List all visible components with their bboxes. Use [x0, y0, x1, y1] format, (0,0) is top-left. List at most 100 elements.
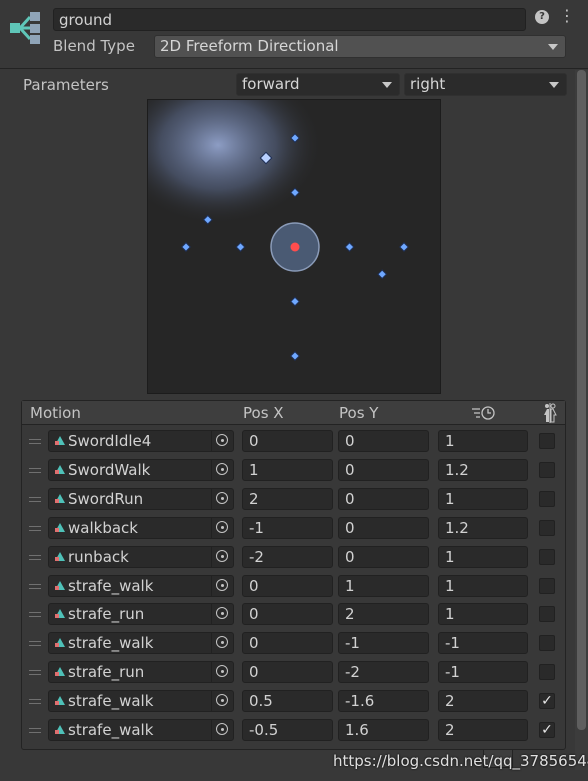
- object-picker-icon[interactable]: [211, 575, 233, 596]
- mirror-checkbox[interactable]: [539, 433, 555, 449]
- pos-x-field[interactable]: 0.5: [242, 690, 333, 713]
- blend-type-label: Blend Type: [53, 37, 135, 55]
- motion-point[interactable]: [290, 351, 300, 361]
- pos-x-field[interactable]: -1: [242, 516, 333, 539]
- drag-handle-icon[interactable]: [29, 728, 41, 733]
- pos-x-field[interactable]: 0: [242, 574, 333, 597]
- motion-clip-field[interactable]: SwordRun: [48, 487, 234, 510]
- blend-space-canvas[interactable]: [148, 100, 441, 394]
- pos-y-field[interactable]: -2: [338, 661, 429, 684]
- mirror-checkbox[interactable]: [539, 606, 555, 623]
- speed-field[interactable]: -1: [438, 661, 528, 684]
- pos-y-field[interactable]: 1.6: [338, 719, 429, 741]
- help-icon[interactable]: ?: [535, 10, 549, 24]
- pos-x-field[interactable]: 0: [242, 661, 333, 684]
- pos-y-field[interactable]: -1.6: [338, 690, 429, 713]
- object-picker-icon[interactable]: [211, 662, 233, 683]
- motion-clip-field[interactable]: SwordWalk: [48, 458, 234, 481]
- blend-type-dropdown[interactable]: 2D Freeform Directional: [154, 35, 566, 58]
- mirror-checkbox[interactable]: [539, 461, 555, 478]
- motion-point[interactable]: [377, 269, 388, 280]
- speed-field[interactable]: 1: [438, 574, 528, 597]
- motion-clip-field[interactable]: strafe_run: [48, 661, 234, 684]
- drag-handle-icon[interactable]: [29, 670, 41, 676]
- mirror-checkbox[interactable]: [539, 664, 555, 681]
- motion-clip-field[interactable]: runback: [48, 545, 234, 568]
- object-picker-icon[interactable]: [211, 633, 233, 654]
- drag-handle-icon[interactable]: [29, 612, 41, 618]
- speed-field[interactable]: 1: [438, 487, 528, 510]
- mirror-checkbox[interactable]: [539, 519, 555, 536]
- object-picker-icon[interactable]: [211, 488, 233, 509]
- motion-clip-field[interactable]: SwordIdle4: [48, 430, 234, 452]
- dropdown-arrow-icon: [382, 82, 392, 88]
- mirror-checkbox[interactable]: [539, 548, 555, 565]
- drag-handle-icon[interactable]: [29, 641, 41, 647]
- object-picker-icon[interactable]: [211, 517, 233, 538]
- pos-y-field[interactable]: 1: [338, 574, 429, 597]
- y-parameter-dropdown[interactable]: right: [404, 73, 567, 96]
- pos-y-field[interactable]: 0: [338, 458, 429, 481]
- kebab-menu-icon[interactable]: ⋮: [559, 7, 575, 25]
- motion-point[interactable]: [235, 242, 246, 252]
- pos-x-field[interactable]: 0: [242, 632, 333, 655]
- object-picker-icon[interactable]: [211, 546, 233, 567]
- pos-y-field[interactable]: 0: [338, 430, 429, 452]
- object-picker-icon[interactable]: [211, 691, 233, 712]
- drag-handle-icon[interactable]: [29, 525, 41, 531]
- mirror-checkbox[interactable]: ✓: [539, 693, 555, 710]
- speed-field[interactable]: 1: [438, 603, 528, 626]
- drag-handle-icon[interactable]: [29, 467, 41, 473]
- pos-x-field[interactable]: 0: [242, 603, 333, 626]
- pos-x-field[interactable]: -0.5: [242, 719, 333, 741]
- drag-handle-icon[interactable]: [29, 554, 41, 560]
- pos-y-field[interactable]: 0: [338, 487, 429, 510]
- pos-y-field[interactable]: 0: [338, 516, 429, 539]
- watermark-text: https://blog.csdn.net/qq_37856544: [333, 752, 588, 770]
- mirror-checkbox[interactable]: ✓: [539, 722, 555, 738]
- speed-field[interactable]: 1.2: [438, 458, 528, 481]
- pos-x-field[interactable]: 0: [242, 430, 333, 452]
- motion-clip-field[interactable]: strafe_walk: [48, 690, 234, 713]
- drag-handle-icon[interactable]: [29, 699, 41, 705]
- blend-space-graph[interactable]: [147, 99, 441, 394]
- object-picker-icon[interactable]: [211, 431, 233, 451]
- drag-handle-icon[interactable]: [29, 496, 41, 502]
- speed-field[interactable]: 2: [438, 719, 528, 741]
- motion-clip-field[interactable]: walkback: [48, 516, 234, 539]
- object-picker-icon[interactable]: [211, 720, 233, 740]
- blend-tree-name-field[interactable]: ground: [53, 8, 526, 31]
- motion-clip-field[interactable]: strafe_walk: [48, 719, 234, 741]
- speed-field[interactable]: 1: [438, 545, 528, 568]
- motion-point[interactable]: [399, 242, 409, 252]
- motion-point[interactable]: [290, 296, 300, 307]
- motion-clip-field[interactable]: strafe_run: [48, 603, 234, 626]
- pos-y-field[interactable]: 0: [338, 545, 429, 568]
- pos-x-field[interactable]: 1: [242, 458, 333, 481]
- drag-handle-icon[interactable]: [29, 583, 41, 589]
- pos-x-column-header: Pos X: [243, 404, 284, 422]
- x-parameter-dropdown[interactable]: forward: [236, 73, 400, 96]
- mirror-checkbox[interactable]: [539, 490, 555, 507]
- pos-x-field[interactable]: -2: [242, 545, 333, 568]
- mirror-checkbox[interactable]: [539, 635, 555, 652]
- object-picker-icon[interactable]: [211, 604, 233, 625]
- motion-point[interactable]: [181, 242, 191, 252]
- object-picker-icon[interactable]: [211, 459, 233, 480]
- scrollbar-thumb[interactable]: [577, 70, 586, 730]
- vertical-scrollbar[interactable]: [575, 70, 588, 770]
- speed-field[interactable]: 1.2: [438, 516, 528, 539]
- speed-field[interactable]: -1: [438, 632, 528, 655]
- motion-clip-field[interactable]: strafe_walk: [48, 574, 234, 597]
- mirror-checkbox[interactable]: [539, 577, 555, 594]
- drag-handle-icon[interactable]: [29, 439, 41, 444]
- speed-field[interactable]: 2: [438, 690, 528, 713]
- motion-point[interactable]: [344, 242, 355, 252]
- current-position-dot[interactable]: [290, 242, 300, 252]
- speed-field[interactable]: 1: [438, 430, 528, 452]
- pos-y-field[interactable]: 2: [338, 603, 429, 626]
- motion-clip-name: strafe_walk: [68, 692, 154, 711]
- pos-x-field[interactable]: 2: [242, 487, 333, 510]
- pos-y-field[interactable]: -1: [338, 632, 429, 655]
- motion-clip-field[interactable]: strafe_walk: [48, 632, 234, 655]
